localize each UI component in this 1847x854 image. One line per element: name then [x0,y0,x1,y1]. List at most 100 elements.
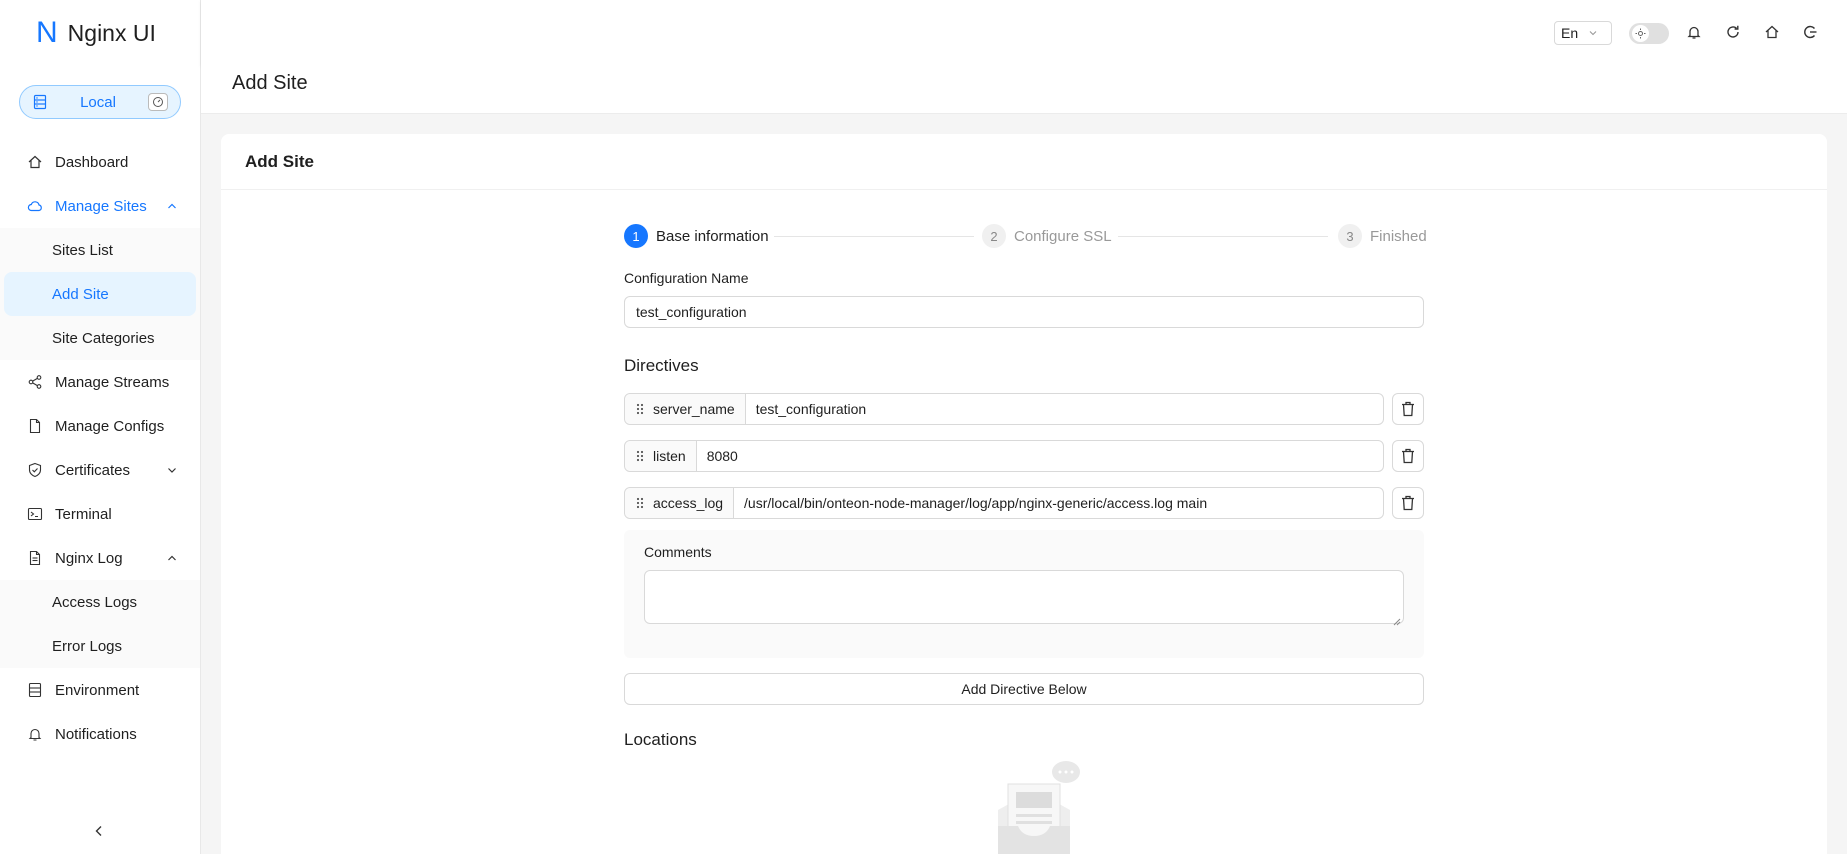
delete-icon [1402,495,1414,511]
terminal-icon [27,506,43,522]
add-site-card: Add Site 1 Base information 2 Configure … [221,134,1827,854]
safety-icon [27,462,43,478]
comments-textarea[interactable] [644,570,1404,626]
config-name-label: Configuration Name [624,270,749,286]
submenu-nginx-log: Access Logs Error Logs [0,580,200,668]
drag-handle-icon[interactable] [635,449,645,463]
step-label: Configure SSL [1014,227,1112,245]
file-icon [27,418,43,434]
config-name-input[interactable]: test_configuration [624,296,1424,328]
locations-title: Locations [624,730,697,749]
sidebar-item-site-categories[interactable]: Site Categories [0,316,200,360]
directives-title: Directives [624,356,699,375]
sidebar-item-label: Environment [55,681,140,699]
environment-label: Local [80,93,116,111]
directive-name-text: server_name [653,401,735,417]
directive-name[interactable]: server_name [625,394,746,424]
database-icon [27,682,43,698]
sidebar-item-nginx-log[interactable]: Nginx Log [0,536,200,580]
directive-row: listen 8080 [624,440,1424,472]
sidebar-item-label: Manage Sites [55,197,147,215]
step-base-information: 1 Base information [624,224,769,248]
step-label: Base information [656,227,769,245]
sidebar-item-label: Manage Streams [55,373,170,391]
directive-input-group: access_log /usr/local/bin/onteon-node-ma… [624,487,1384,519]
sidebar-item-manage-streams[interactable]: Manage Streams [0,360,200,404]
drag-handle-icon[interactable] [635,496,645,510]
home-icon[interactable] [1764,24,1780,40]
delete-icon [1402,448,1414,464]
language-select[interactable]: En [1554,21,1612,45]
submenu-manage-sites: Sites List Add Site Site Categories [0,228,200,360]
step-number: 1 [624,224,648,248]
sidebar-item-manage-sites[interactable]: Manage Sites [0,184,200,228]
chevron-up-icon [166,551,178,563]
app-name: Nginx UI [67,19,156,46]
collapse-sidebar-icon[interactable] [92,824,106,838]
reload-icon[interactable] [1725,24,1741,40]
sidebar-item-label: Nginx Log [55,549,123,567]
step-finished: 3 Finished [1338,224,1427,248]
server-icon [32,94,48,110]
directive-name-text: access_log [653,495,724,511]
step-number: 2 [982,224,1006,248]
bell-icon [27,726,43,742]
home-icon [27,154,43,170]
step-connector [774,236,974,237]
sidebar-item-label: Dashboard [55,153,129,171]
step-label: Finished [1370,227,1427,245]
sidebar-item-label: Certificates [55,461,131,479]
language-value: En [1561,25,1579,41]
comments-panel: Comments [624,530,1424,658]
sidebar-item-error-logs[interactable]: Error Logs [0,624,200,668]
chevron-down-icon [166,463,178,475]
logo-mark: N [36,16,58,49]
directive-name-text: listen [653,448,686,464]
page-title: Add Site [232,72,308,94]
delete-icon [1402,401,1414,417]
directive-value-input[interactable]: 8080 [697,441,1383,471]
drag-handle-icon[interactable] [635,402,645,416]
card-title: Add Site [221,134,1827,190]
directive-input-group: listen 8080 [624,440,1384,472]
sidebar-item-add-site[interactable]: Add Site [4,272,196,316]
steps: 1 Base information 2 Configure SSL 3 Fin… [624,224,1427,248]
share-icon [27,374,43,390]
sidebar-item-dashboard[interactable]: Dashboard [0,140,200,184]
file-text-icon [27,550,43,566]
sidebar: N Nginx UI Local Dashboard Manage Sites … [0,0,201,854]
sidebar-item-label: Terminal [55,505,112,523]
environment-selector[interactable]: Local [19,85,181,119]
directive-value-input[interactable]: /usr/local/bin/onteon-node-manager/log/a… [734,488,1383,518]
step-configure-ssl: 2 Configure SSL [982,224,1112,248]
directive-name[interactable]: access_log [625,488,735,518]
sidebar-menu: Dashboard Manage Sites Sites List Add Si… [0,140,200,756]
sidebar-item-environment[interactable]: Environment [0,668,200,712]
empty-illustration-icon [986,760,1082,854]
delete-directive-button[interactable] [1392,487,1424,519]
dashboard-icon[interactable] [148,93,168,111]
delete-directive-button[interactable] [1392,440,1424,472]
add-directive-button[interactable]: Add Directive Below [624,673,1424,705]
directive-name[interactable]: listen [625,441,697,471]
sidebar-item-access-logs[interactable]: Access Logs [0,580,200,624]
directive-value-input[interactable]: test_configuration [746,394,1383,424]
logout-icon[interactable] [1802,24,1818,40]
theme-toggle[interactable] [1629,23,1669,44]
delete-directive-button[interactable] [1392,393,1424,425]
logo[interactable]: N Nginx UI [0,0,200,66]
cloud-icon [27,198,43,214]
chevron-down-icon [1589,31,1597,36]
sidebar-item-notifications[interactable]: Notifications [0,712,200,756]
sidebar-item-sites-list[interactable]: Sites List [0,228,200,272]
sun-icon [1632,25,1649,42]
sidebar-item-label: Manage Configs [55,417,165,435]
directive-input-group: server_name test_configuration [624,393,1384,425]
step-connector [1118,236,1328,237]
sidebar-item-manage-configs[interactable]: Manage Configs [0,404,200,448]
bell-icon[interactable] [1686,24,1702,40]
top-header: En [201,0,1847,66]
resize-handle-icon[interactable] [1393,613,1401,626]
sidebar-item-certificates[interactable]: Certificates [0,448,200,492]
sidebar-item-terminal[interactable]: Terminal [0,492,200,536]
